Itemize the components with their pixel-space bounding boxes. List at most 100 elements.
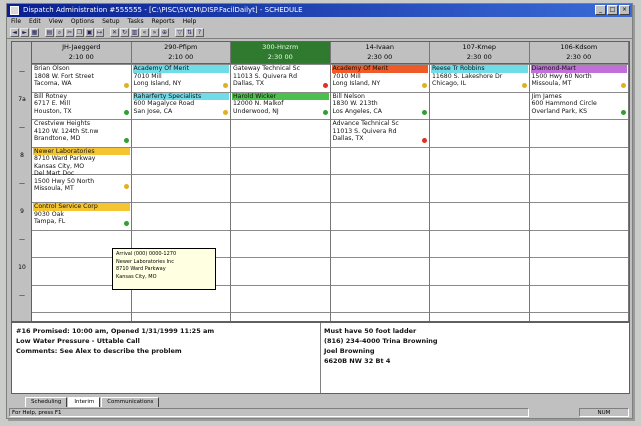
technician-header[interactable]: 106-Kdsom 2:30 00 [529,42,628,64]
time-slot[interactable] [430,119,529,147]
time-slot[interactable] [529,202,628,230]
job-card[interactable]: Raharferty Specialists 600 Magalyce Road S… [132,92,229,120]
tab-scheduling[interactable]: Scheduling [25,397,68,407]
time-slot[interactable] [430,202,529,230]
menu-edit[interactable]: Edit [29,17,41,27]
time-slot[interactable] [529,312,628,321]
cut-icon[interactable]: ✂ [65,28,74,37]
time-slot[interactable] [330,257,429,285]
help-icon[interactable]: ? [195,28,204,37]
time-slot[interactable] [430,312,529,321]
job-card[interactable]: Academy Of Merit 7010 Mill Long Island, NY [331,65,428,92]
time-slot[interactable] [430,91,529,120]
left-icon[interactable]: « [140,28,149,37]
job-card[interactable]: Gateway Technical Sc 11013 S. Quivera Rd D… [232,65,329,92]
job-card[interactable]: Crestview Heights 4120 W. 124th St.nw Bran… [33,120,130,147]
time-slot[interactable] [231,284,330,313]
time-slot[interactable] [131,146,230,175]
time-slot[interactable] [330,284,429,313]
menu-options[interactable]: Options [71,17,94,27]
time-slot[interactable] [529,284,628,313]
menu-setup[interactable]: Setup [102,17,119,27]
job-customer-name: Raharferty Specialists [132,92,229,101]
job-customer-name: Jim James [530,92,627,101]
delete-icon[interactable]: ✕ [110,28,119,37]
back-icon[interactable]: ◄ [10,28,19,37]
maximize-button[interactable]: □ [607,5,618,15]
time-slot[interactable] [231,202,330,230]
job-card[interactable]: Reese Tr Robbins 11680 S. Lakeshore Dr Chi… [431,65,528,92]
time-slot[interactable] [330,202,429,230]
job-card[interactable]: Bill Nelson 1830 W. 213th Los Angeles, CA [331,92,428,120]
job-customer-name: Control Service Corp [33,203,130,211]
menu-view[interactable]: View [49,17,63,27]
time-slot[interactable] [330,174,429,202]
copy-icon[interactable]: ❐ [75,28,84,37]
time-slot[interactable] [231,119,330,147]
time-slot[interactable] [231,146,330,175]
minimize-button[interactable]: _ [595,5,606,15]
tab-interim[interactable]: Interim [68,397,101,407]
forward-icon[interactable]: ► [20,28,29,37]
time-slot[interactable] [529,146,628,175]
technician-header[interactable]: 107-Kmep 2:30 00 [430,42,529,64]
tab-communications[interactable]: Communications [101,397,160,407]
paste-icon[interactable]: ▣ [85,28,94,37]
time-slot[interactable] [529,257,628,285]
time-slot[interactable] [529,174,628,202]
time-slot[interactable] [430,257,529,285]
assign-icon[interactable]: ↦ [95,28,104,37]
print-icon[interactable]: ▤ [45,28,54,37]
job-card[interactable]: Jim James 600 Hammond Circle Overland Park… [530,92,627,120]
calendar-icon[interactable]: ▥ [130,28,139,37]
time-label: 10 [18,264,26,271]
menu-bar: File Edit View Options Setup Tasks Reports Help [7,17,632,27]
menu-file[interactable]: File [11,17,21,27]
find-icon[interactable]: ⌕ [55,28,64,37]
menu-reports[interactable]: Reports [152,17,175,27]
zoom-icon[interactable]: ⊕ [160,28,169,37]
job-card[interactable]: Diamond-Mart 1500 Hwy 60 North Missoula, M… [530,65,627,92]
menu-help[interactable]: Help [183,17,197,27]
technician-header[interactable]: 290-Pfipm 2:10 00 [131,42,230,64]
job-card[interactable]: Bill Rotney 6717 E. Mill Houston, TX [33,92,130,120]
time-slot[interactable] [330,312,429,321]
time-slot[interactable] [231,174,330,202]
technician-header[interactable]: 14-Ivaan 2:30 00 [330,42,429,64]
sort-icon[interactable]: ⇅ [185,28,194,37]
job-tooltip: Arrival (000) 0000-1270 Newer Laboratorie… [112,248,216,290]
time-slot[interactable] [32,312,131,321]
technician-header[interactable]: JH-Jaeggerd 2:10 00 [32,42,131,64]
time-slot[interactable] [330,229,429,258]
time-slot[interactable] [131,312,230,321]
time-slot[interactable] [131,119,230,147]
job-card[interactable]: Academy Of Merit 7010 Mill Long Island, NY [132,65,229,92]
time-slot[interactable] [231,257,330,285]
time-slot[interactable] [231,312,330,321]
menu-tasks[interactable]: Tasks [128,17,144,27]
right-icon[interactable]: » [150,28,159,37]
job-status-icon [223,82,228,88]
refresh-icon[interactable]: ↻ [120,28,129,37]
time-slot[interactable] [430,174,529,202]
time-slot[interactable] [330,146,429,175]
job-card[interactable]: Control Service Corp 9030 Oak Tampa, FL [33,203,130,230]
time-slot[interactable] [529,229,628,258]
pane-splitter[interactable] [320,323,321,393]
time-slot[interactable] [430,284,529,313]
job-card[interactable]: Harold Wicker 12000 N. Malkof Underwood, N… [232,92,329,120]
time-label: — [19,68,25,75]
grid-icon[interactable]: ▦ [30,28,39,37]
time-slot[interactable] [231,229,330,258]
close-button[interactable]: × [619,5,630,15]
time-slot[interactable] [430,146,529,175]
job-card[interactable]: Advance Technical Sc 11013 S. Quivera Rd D… [331,120,428,147]
technician-header[interactable]: 300-Hnzrm 2:30 00 [231,42,330,64]
job-card[interactable]: Brian Olson 1808 W. Fort Street Tacoma, WA [33,65,130,92]
time-slot[interactable] [430,229,529,258]
time-slot[interactable] [131,174,230,202]
time-slot[interactable] [131,202,230,230]
time-slot[interactable] [529,119,628,147]
job-card[interactable]: Newer Laboratories 8710 Ward Parkway Kansa… [33,147,130,193]
filter-icon[interactable]: ▽ [175,28,184,37]
